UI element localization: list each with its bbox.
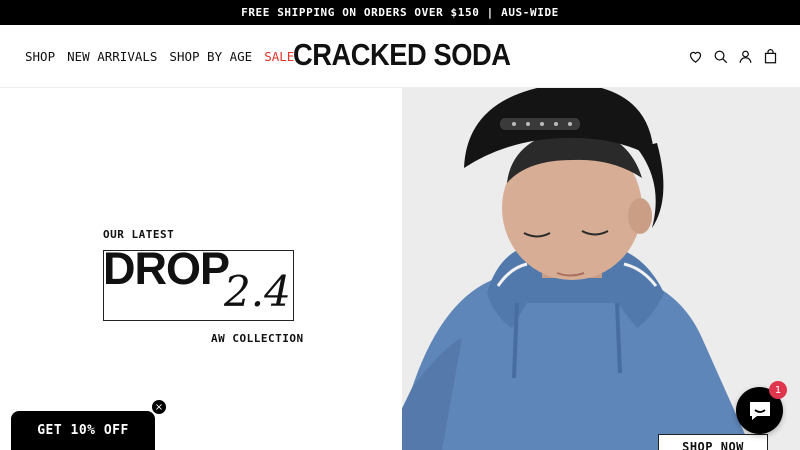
nav-sale[interactable]: SALE bbox=[264, 49, 294, 64]
shop-now-button[interactable]: SHOP NOW bbox=[658, 434, 768, 450]
drop-title: DROP bbox=[103, 243, 230, 294]
bag-icon[interactable] bbox=[763, 49, 778, 64]
heart-icon[interactable] bbox=[688, 49, 703, 64]
nav-shop-by-age[interactable]: SHOP BY AGE bbox=[169, 49, 252, 64]
account-icon[interactable] bbox=[738, 49, 753, 64]
main-nav: SHOP NEW ARRIVALS SHOP BY AGE SALE bbox=[25, 25, 294, 88]
search-icon[interactable] bbox=[713, 49, 728, 64]
discount-popup-tab[interactable]: GET 10% OFF bbox=[11, 411, 155, 450]
announcement-bar: FREE SHIPPING ON ORDERS OVER $150 | AUS-… bbox=[0, 0, 800, 25]
drop-number: 2.4 bbox=[224, 267, 291, 316]
chat-notification-badge: 1 bbox=[769, 381, 787, 399]
announcement-text: FREE SHIPPING ON ORDERS OVER $150 | AUS-… bbox=[241, 6, 559, 19]
chat-bubble-icon bbox=[749, 401, 770, 420]
close-icon[interactable]: × bbox=[151, 399, 167, 415]
brand-logo[interactable]: CRACKED SODA bbox=[293, 37, 511, 73]
nav-new-arrivals[interactable]: NEW ARRIVALS bbox=[67, 49, 157, 64]
site-header: SHOP NEW ARRIVALS SHOP BY AGE SALE CRACK… bbox=[0, 25, 800, 88]
nav-shop[interactable]: SHOP bbox=[25, 49, 55, 64]
collection-label: AW COLLECTION bbox=[211, 332, 304, 345]
header-icons bbox=[688, 25, 778, 88]
discount-label: GET 10% OFF bbox=[37, 423, 129, 438]
hero-kicker: OUR LATEST bbox=[103, 228, 175, 241]
